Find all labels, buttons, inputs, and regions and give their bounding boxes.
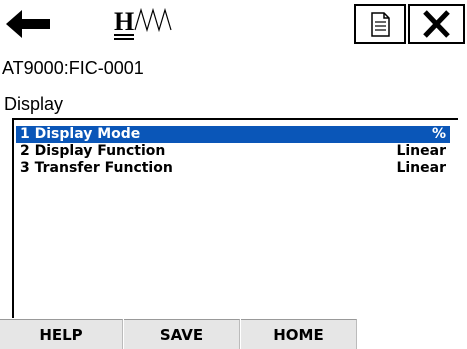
document-icon [371,12,390,37]
document-button[interactable] [354,4,406,44]
menu-item-display-function[interactable]: 2 Display Function Linear [16,143,450,160]
menu-item-label: 2 Display Function [20,143,166,159]
menu-list: 1 Display Mode % 2 Display Function Line… [12,118,458,318]
menu-item-label: 1 Display Mode [20,126,141,142]
save-button[interactable]: SAVE [124,319,240,349]
menu-item-value: Linear [396,160,446,176]
help-button[interactable]: HELP [0,319,123,349]
menu-item-display-mode[interactable]: 1 Display Mode % [16,126,450,143]
close-icon [423,10,450,38]
empty-softkey [358,319,467,349]
close-button[interactable] [408,4,465,44]
menu-item-label: 3 Transfer Function [20,160,173,176]
device-tag: AT9000:FIC-0001 [2,58,144,78]
menu-item-value: % [431,126,446,142]
menu-item-transfer-function[interactable]: 3 Transfer Function Linear [16,160,450,177]
hart-logo: H [114,4,174,42]
back-button[interactable] [2,4,55,44]
back-arrow-icon [6,10,50,38]
menu-title: Display [4,94,64,114]
home-button[interactable]: HOME [241,319,357,349]
svg-text:H: H [114,7,134,36]
menu-item-value: Linear [396,143,446,159]
